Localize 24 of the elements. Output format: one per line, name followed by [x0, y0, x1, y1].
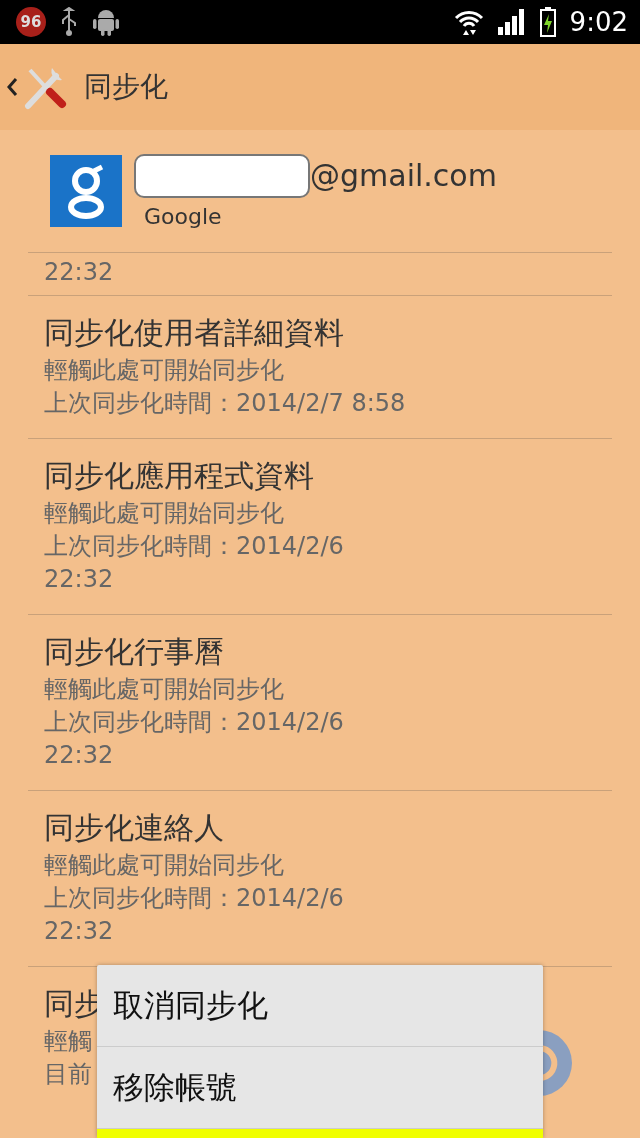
clock: 9:02: [569, 7, 628, 37]
sync-item-status: 上次同步化時間：2014/2/7 8:58: [44, 388, 406, 419]
account-type: Google: [144, 203, 223, 229]
menu-item[interactable]: 取消同步化: [97, 965, 543, 1047]
sync-item-status: 輕觸此處可開始同步化: [44, 674, 284, 705]
sync-item-status: 目前: [44, 1059, 92, 1090]
sync-item-status: 輕觸此處可開始同步化: [44, 850, 284, 881]
sync-item-status: 22:32: [44, 916, 114, 947]
sync-item-title[interactable]: 同步化行事曆: [44, 631, 224, 673]
sync-item-title[interactable]: 同步化使用者詳細資料: [44, 312, 344, 354]
screen-title: 同步化: [84, 69, 168, 105]
sync-item-status: 輕觸此處可開始同步化: [44, 498, 284, 529]
sync-time: 22:32: [44, 257, 114, 288]
notification-badge: 96: [16, 7, 46, 37]
sync-item-title[interactable]: 同步化應用程式資料: [44, 455, 314, 497]
sync-item-status: 上次同步化時間：2014/2/6: [44, 531, 344, 562]
sync-item-status: 22:32: [44, 564, 114, 595]
sync-item-status: 輕觸此處可開始同步化: [44, 355, 284, 386]
sync-item-status: 上次同步化時間：2014/2/6: [44, 883, 344, 914]
sync-item-status: 輕觸: [44, 1026, 92, 1057]
account-email: @gmail.com: [310, 158, 497, 193]
sync-item-status: 上次同步化時間：2014/2/6: [44, 707, 344, 738]
sync-item-status: 22:32: [44, 740, 114, 771]
sync-item-title[interactable]: 同步化連絡人: [44, 807, 224, 849]
